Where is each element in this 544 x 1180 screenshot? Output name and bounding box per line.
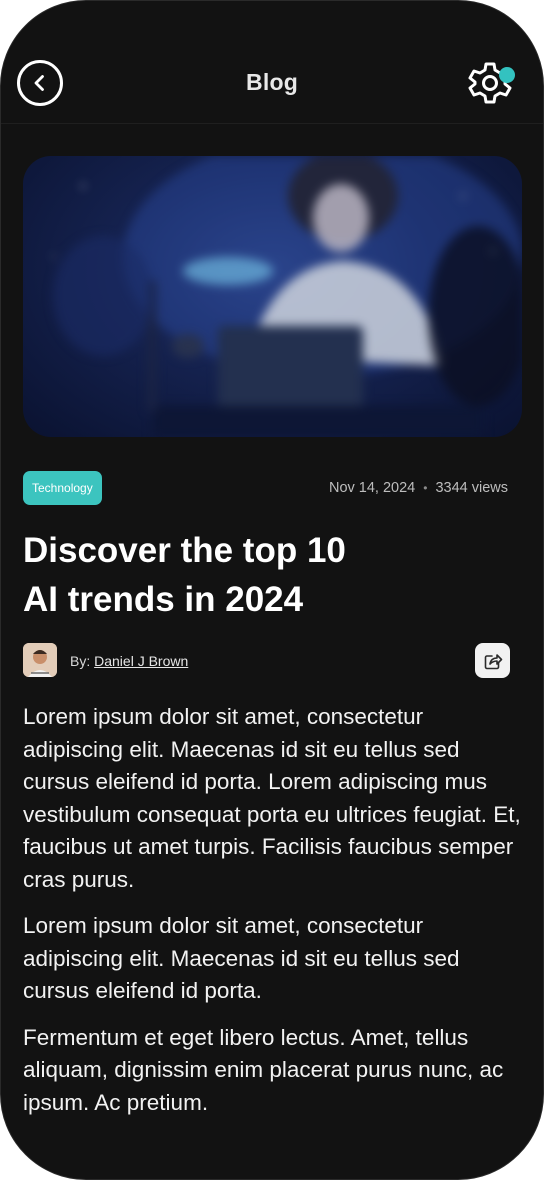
author-name-link[interactable]: Daniel J Brown [94,653,188,669]
article-title: Discover the top 10 AI trends in 2024 [23,526,503,624]
article-title-line-2: AI trends in 2024 [23,580,304,619]
share-icon [484,653,502,669]
paragraph-2: Lorem ipsum dolor sit amet, consectetur … [23,913,460,1003]
phone-screen: Blog Technology Nov 14, 2024 • 3344 view… [0,0,544,1180]
author-row: By: Daniel J Brown [23,643,510,679]
article-title-line-1: Discover the top 10 [23,531,346,570]
article-meta: Nov 14, 2024 • 3344 views [329,480,508,496]
paragraph-3: Fermentum et eget libero lectus. Amet, t… [23,1024,504,1115]
meta-separator: • [423,481,428,495]
app-header: Blog [1,1,543,124]
page-title: Blog [246,69,298,95]
notification-dot [499,67,515,83]
category-tag[interactable]: Technology [23,471,102,505]
article-hero-image [23,156,522,437]
article-body: Lorem ipsum dolor sit amet, consectetur … [23,701,523,1133]
view-count: 3344 views [435,480,508,496]
article-date: Nov 14, 2024 [328,480,416,496]
paragraph-1: Lorem ipsum dolor sit amet, consectetur … [23,704,521,892]
share-button[interactable] [475,643,510,678]
hero-illustration [51,156,522,437]
avatar[interactable] [23,643,57,677]
byline: By: Daniel J Brown [70,653,188,669]
byline-prefix: By: [70,653,91,669]
avatar-image [23,643,57,677]
